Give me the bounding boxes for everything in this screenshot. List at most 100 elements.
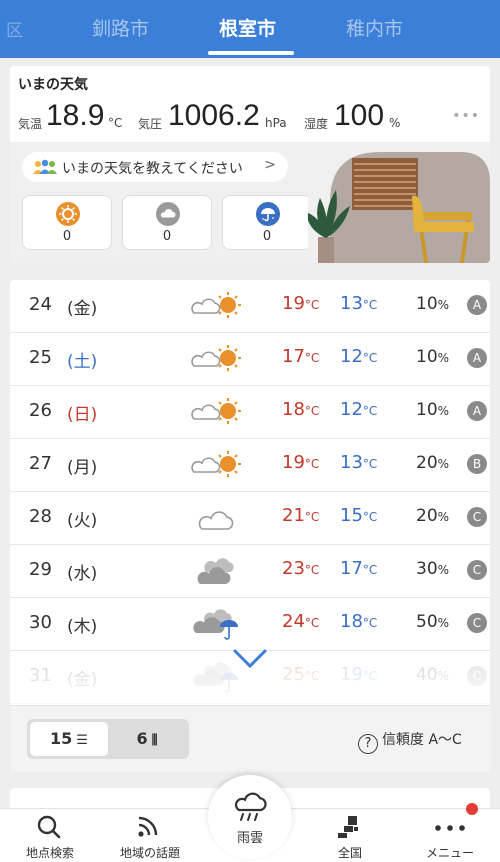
forecast-weekday: (水) — [67, 564, 98, 584]
humidity-label: 湿度 — [304, 117, 329, 131]
forecast-precip-chance: 20% — [416, 453, 449, 473]
help-icon: ? — [358, 734, 378, 754]
high-temp-value: 19 — [282, 452, 305, 473]
forecast-row[interactable]: 25 (土) 17°C 12°C 10% A — [10, 333, 490, 386]
low-temp-unit: °C — [362, 510, 378, 524]
columns-icon: ⫼ — [151, 733, 158, 748]
rainy-count-value: 0 — [262, 229, 272, 244]
weather-report-panel: いまの天気を教えてください > 0 0 0 — [10, 142, 490, 263]
cloud-sun-icon — [191, 398, 241, 424]
high-temp-unit: °C — [304, 563, 320, 577]
cloud-rain-icon — [193, 609, 238, 640]
forecast-date: 24 — [29, 294, 52, 315]
cloud-icon — [198, 511, 234, 530]
forecast-controls: 15 ☰ 6 ⫼ ? 信頼度 A〜C — [10, 705, 490, 772]
forecast-date: 28 — [29, 506, 52, 527]
region-tab-bar: 区 釧路市 根室市 稚内市 — [0, 0, 500, 58]
tab-wakkanai[interactable]: 稚内市 — [346, 14, 403, 41]
forecast-low-temp: 17°C — [340, 558, 377, 579]
forecast-low-temp: 12°C — [340, 399, 377, 420]
precip-value: 10 — [416, 294, 438, 314]
forecast-low-temp: 15°C — [340, 505, 377, 526]
forecast-row[interactable]: 28 (火) 21°C 15°C 20% C — [10, 492, 490, 545]
view-6-day-button[interactable]: 6 ⫼ — [108, 722, 186, 756]
precip-unit: % — [437, 457, 450, 471]
forecast-precip-chance: 30% — [416, 559, 449, 579]
active-tab-indicator — [208, 51, 294, 55]
search-icon — [37, 815, 61, 839]
precip-value: 20 — [416, 506, 438, 526]
forecast-row[interactable]: 29 (水) 23°C 17°C 30% C — [10, 545, 490, 598]
reliability-badge: A — [467, 348, 487, 368]
low-temp-value: 15 — [340, 505, 363, 526]
precip-unit: % — [437, 616, 450, 630]
high-temp-value: 23 — [282, 558, 305, 579]
low-temp-unit: °C — [362, 616, 378, 630]
temp-label: 気温 — [18, 117, 43, 131]
forecast-high-temp: 21°C — [282, 505, 319, 526]
reliability-help-link[interactable]: ? 信頼度 A〜C — [358, 729, 462, 754]
people-icon — [32, 159, 58, 179]
forecast-date: 25 — [29, 347, 52, 368]
pressure-unit: hPa — [265, 116, 287, 130]
rain-radar-button[interactable]: 雨雲 — [208, 775, 292, 859]
cloudy-report-count[interactable]: 0 — [122, 195, 212, 250]
view-15-day-button[interactable]: 15 ☰ — [30, 722, 108, 756]
tab-ghost-partial[interactable]: 区 — [6, 16, 23, 41]
nav-search-label: 地点検索 — [25, 846, 74, 860]
nav-menu[interactable]: メニュー — [400, 809, 500, 862]
nav-local-topics[interactable]: 地域の話題 — [100, 809, 200, 862]
humidity-value: 100 — [334, 99, 385, 132]
forecast-low-temp: 13°C — [340, 452, 377, 473]
sunny-report-count[interactable]: 0 — [22, 195, 112, 250]
cloud-sun-icon — [191, 292, 241, 318]
high-temp-value: 21 — [282, 505, 305, 526]
low-temp-unit: °C — [362, 298, 378, 312]
nav-national-label: 全国 — [337, 846, 362, 860]
tab-kushiro[interactable]: 釧路市 — [92, 14, 149, 41]
forecast-precip-chance: 10% — [416, 347, 449, 367]
forecast-high-temp: 24°C — [282, 611, 319, 632]
precip-unit: % — [437, 298, 450, 312]
forecast-row[interactable]: 26 (日) 18°C 12°C 10% A — [10, 386, 490, 439]
view-toggle: 15 ☰ 6 ⫼ — [27, 719, 189, 759]
forecast-high-temp: 19°C — [282, 452, 319, 473]
low-temp-value: 17 — [340, 558, 363, 579]
forecast-row[interactable]: 24 (金) 19°C 13°C 10% A — [10, 280, 490, 333]
forecast-low-temp: 13°C — [340, 293, 377, 314]
expand-chevron-icon[interactable] — [232, 648, 268, 670]
low-temp-value: 12 — [340, 399, 363, 420]
high-temp-unit: °C — [304, 298, 320, 312]
more-options-icon[interactable]: ••• — [452, 108, 480, 124]
nav-search[interactable]: 地点検索 — [0, 809, 100, 862]
low-temp-unit: °C — [362, 351, 378, 365]
japan-map-icon — [338, 816, 358, 838]
cloudy-count-value: 0 — [162, 229, 172, 244]
report-weather-button[interactable]: いまの天気を教えてください > — [22, 152, 288, 182]
forecast-weekday: (土) — [67, 352, 98, 372]
reliability-badge: B — [467, 454, 487, 474]
forecast-row[interactable]: 27 (月) 19°C 13°C 20% B — [10, 439, 490, 492]
precip-value: 30 — [416, 559, 438, 579]
low-temp-unit: °C — [362, 404, 378, 418]
tab-nemuro[interactable]: 根室市 — [219, 14, 276, 41]
forecast-weekday: (月) — [67, 458, 98, 478]
high-temp-value: 19 — [282, 293, 305, 314]
precip-unit: % — [437, 563, 450, 577]
temp-value: 18.9 — [46, 99, 105, 132]
forecast-high-temp: 17°C — [282, 346, 319, 367]
nav-national[interactable]: 全国 — [300, 809, 400, 862]
low-temp-unit: °C — [362, 563, 378, 577]
high-temp-unit: °C — [304, 616, 320, 630]
rainy-report-count[interactable]: 0 — [222, 195, 312, 250]
forecast-row[interactable]: 30 (木) 24°C 18°C 50% C — [10, 598, 490, 651]
low-temp-unit: °C — [362, 457, 378, 471]
forecast-high-temp: 19°C — [282, 293, 319, 314]
forecast-weekday: (木) — [67, 617, 98, 637]
forecast-date: 29 — [29, 559, 52, 580]
cloud-icon — [156, 202, 180, 230]
forecast-precip-chance: 10% — [416, 400, 449, 420]
rain-radar-label: 雨雲 — [236, 831, 263, 846]
cloud-sun-icon — [191, 451, 241, 477]
dark-cloud-icon — [197, 558, 234, 584]
